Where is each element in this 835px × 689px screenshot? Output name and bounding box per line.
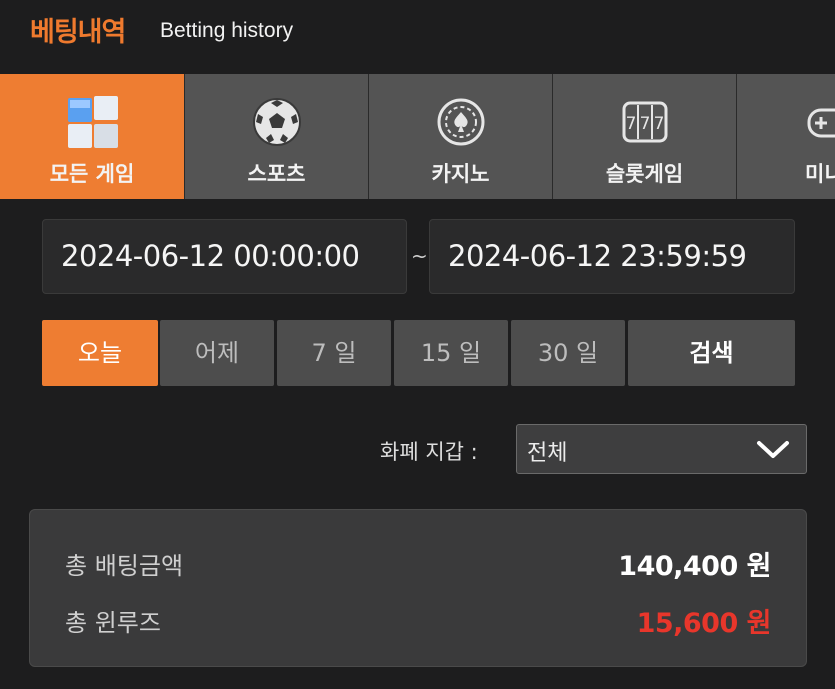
total-bet-label: 총 배팅금액 bbox=[65, 552, 184, 580]
start-date-input[interactable]: 2024-06-12 00:00:00 bbox=[42, 219, 407, 294]
currency-wallet-select[interactable]: 전체 bbox=[516, 424, 807, 474]
svg-text:7: 7 bbox=[653, 114, 664, 134]
end-date-input[interactable]: 2024-06-12 23:59:59 bbox=[429, 219, 795, 294]
tab-sports[interactable]: 스포츠 bbox=[184, 74, 368, 199]
soccer-ball-icon bbox=[252, 98, 301, 146]
total-winloss-value: 15,600 원 bbox=[636, 608, 772, 639]
page-subtitle: Betting history bbox=[160, 19, 294, 42]
tab-mini[interactable]: 미니 bbox=[736, 74, 835, 199]
game-category-tabs: 모든 게임 스포츠 카지노 7 7 7 슬롯게임 미니 bbox=[0, 74, 835, 199]
tab-casino[interactable]: 카지노 bbox=[368, 74, 552, 199]
yesterday-button[interactable]: 어제 bbox=[160, 320, 274, 386]
search-button[interactable]: 검색 bbox=[628, 320, 795, 386]
slot-machine-icon: 7 7 7 bbox=[622, 101, 667, 143]
gamepad-icon bbox=[807, 108, 835, 138]
total-winloss-label: 총 윈루즈 bbox=[65, 609, 161, 637]
betting-summary-panel: 총 배팅금액 140,400 원 총 윈루즈 15,600 원 bbox=[29, 509, 807, 667]
all-games-icon bbox=[68, 96, 118, 148]
total-bet-value: 140,400 원 bbox=[618, 551, 771, 582]
tab-label: 모든 게임 bbox=[49, 162, 135, 186]
tab-all-games[interactable]: 모든 게임 bbox=[0, 74, 184, 199]
chevron-down-icon bbox=[757, 441, 789, 458]
tab-label: 카지노 bbox=[431, 162, 490, 186]
svg-text:7: 7 bbox=[639, 114, 650, 134]
casino-chip-icon bbox=[437, 98, 484, 146]
svg-text:7: 7 bbox=[625, 114, 636, 134]
tab-label: 슬롯게임 bbox=[605, 162, 684, 186]
betting-history-page: 베팅내역 Betting history 모든 게임 스포츠 카지노 7 7 7… bbox=[0, 0, 835, 689]
30-days-button[interactable]: 30 일 bbox=[511, 320, 625, 386]
currency-selected-value: 전체 bbox=[527, 441, 568, 466]
tab-label: 스포츠 bbox=[247, 162, 306, 186]
15-days-button[interactable]: 15 일 bbox=[394, 320, 508, 386]
currency-wallet-label: 화폐 지갑 : bbox=[380, 440, 478, 464]
page-title: 베팅내역 bbox=[30, 17, 126, 48]
page-header: 베팅내역 Betting history bbox=[0, 0, 835, 70]
7-days-button[interactable]: 7 일 bbox=[277, 320, 391, 386]
tab-label: 미니 bbox=[805, 162, 835, 186]
date-range-separator: ~ bbox=[411, 244, 428, 268]
tab-slots[interactable]: 7 7 7 슬롯게임 bbox=[552, 74, 736, 199]
today-button[interactable]: 오늘 bbox=[42, 320, 158, 386]
